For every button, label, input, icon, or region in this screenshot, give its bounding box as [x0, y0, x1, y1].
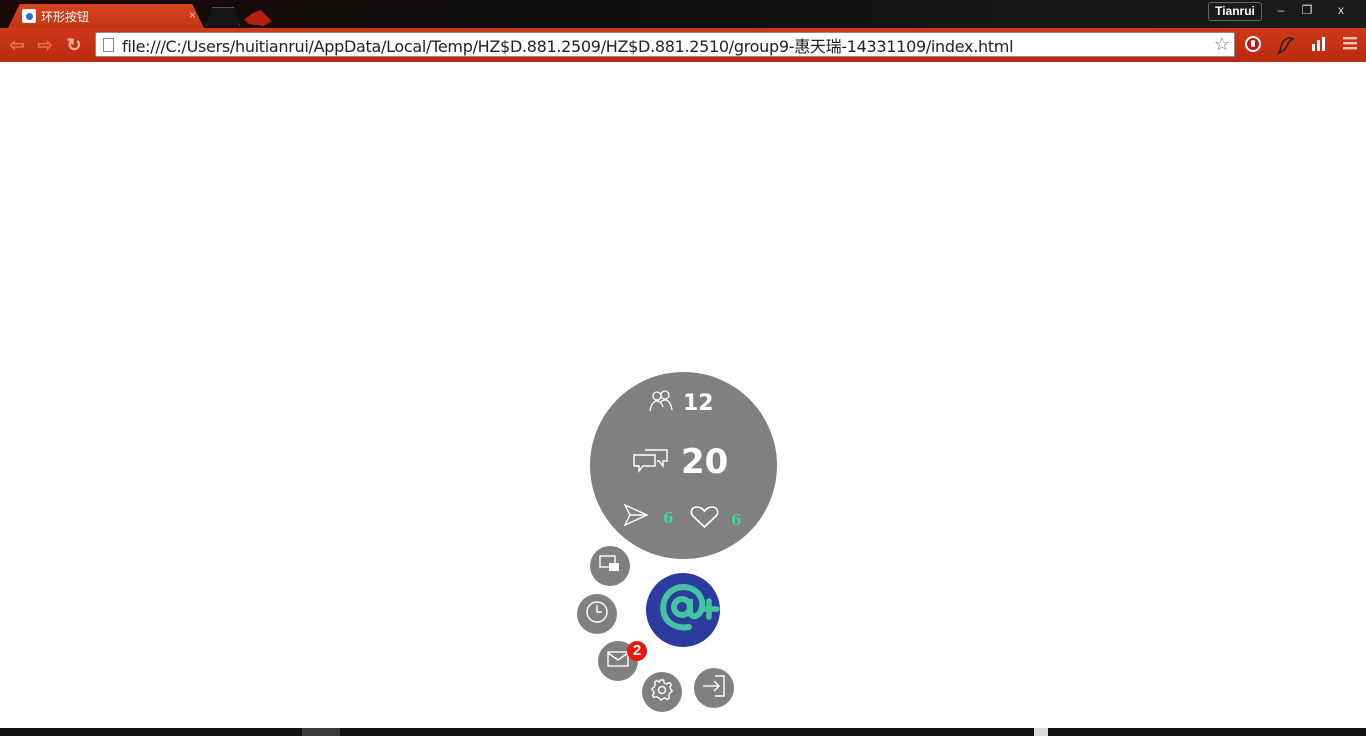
address-bar[interactable]: file:///C:/Users/huitianrui/AppData/Loca… — [95, 32, 1235, 57]
new-tab-button[interactable] — [206, 7, 240, 26]
shares-count: 6 — [663, 508, 674, 527]
bars-icon[interactable] — [1308, 35, 1328, 55]
comments-count: 20 — [681, 442, 729, 482]
dragon-icon[interactable] — [1276, 35, 1296, 55]
people-icon — [648, 389, 674, 418]
tab-close-button[interactable]: × — [189, 8, 196, 22]
history-button[interactable] — [577, 594, 617, 634]
gear-icon — [650, 678, 674, 707]
adblock-icon[interactable] — [1243, 35, 1263, 55]
windows-button[interactable] — [590, 546, 630, 586]
heart-icon — [690, 505, 719, 534]
hamburger-icon[interactable] — [1340, 35, 1360, 55]
star-icon[interactable]: ☆ — [1214, 34, 1230, 55]
restore-button[interactable]: ❐ — [1294, 0, 1320, 20]
messages-badge: 2 — [627, 641, 647, 661]
browser-titlebar: 环形按钮 × Tianrui – ❐ x — [0, 0, 1366, 28]
tab-title: 环形按钮 — [41, 9, 90, 24]
shares-stat: 6 — [623, 503, 673, 532]
taskbar-tray[interactable] — [1034, 728, 1048, 736]
chat-bubbles-icon — [633, 446, 669, 479]
os-taskbar — [0, 728, 1366, 736]
comments-stat: 20 — [633, 442, 728, 482]
send-icon — [623, 503, 649, 532]
forward-button[interactable]: ⇨ — [34, 34, 56, 56]
settings-button[interactable] — [642, 672, 682, 712]
close-window-button[interactable]: x — [1326, 0, 1356, 20]
main-toggle-button[interactable] — [646, 573, 720, 647]
browser-toolbar: ⇦ ⇨ ↻ file:///C:/Users/huitianrui/AppDat… — [0, 28, 1366, 62]
stats-circle: 12 20 6 6 — [590, 372, 777, 559]
minimize-button[interactable]: – — [1268, 0, 1294, 20]
followers-count: 12 — [683, 391, 714, 416]
url-text[interactable]: file:///C:/Users/huitianrui/AppData/Loca… — [122, 33, 1014, 57]
windows-icon — [598, 554, 622, 579]
taskbar-item[interactable] — [302, 728, 340, 736]
page-icon — [103, 37, 114, 52]
reload-button[interactable]: ↻ — [63, 34, 85, 56]
profile-button[interactable]: Tianrui — [1208, 2, 1262, 21]
likes-stat: 6 — [690, 505, 741, 534]
likes-count: 6 — [731, 510, 742, 529]
back-button[interactable]: ⇦ — [6, 34, 28, 56]
theme-decoration — [244, 10, 272, 26]
logout-button[interactable] — [694, 668, 734, 708]
at-plus-icon — [646, 571, 720, 650]
tab-favicon-icon — [22, 9, 36, 23]
exit-icon — [701, 674, 727, 703]
clock-icon — [585, 600, 609, 629]
followers-stat: 12 — [648, 389, 714, 418]
browser-tab[interactable]: 环形按钮 × — [8, 4, 204, 28]
